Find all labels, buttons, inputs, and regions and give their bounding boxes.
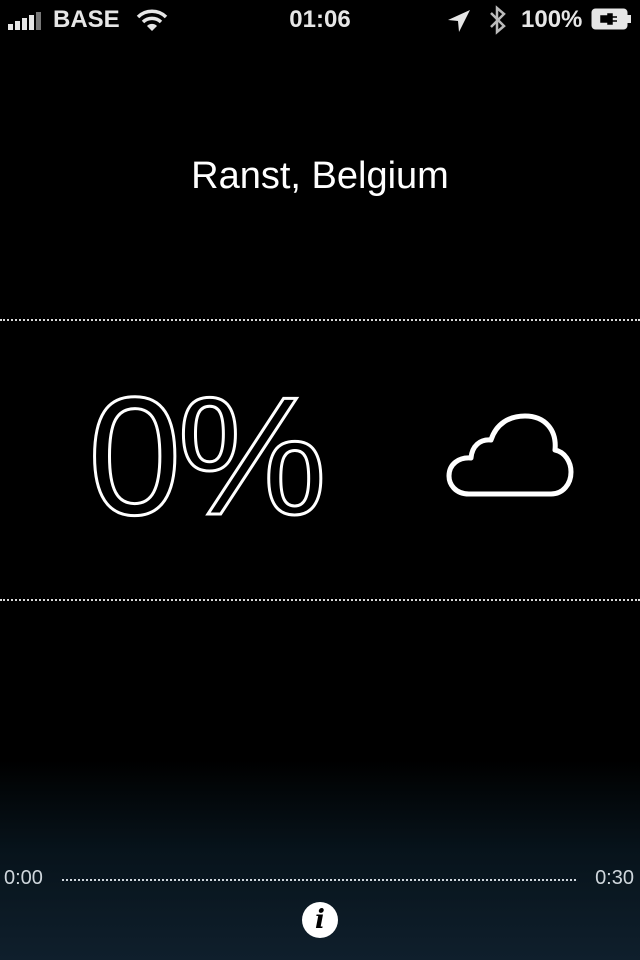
divider-top	[0, 319, 640, 321]
timeline-start-label: 0:00	[4, 867, 43, 889]
battery-charging-icon	[591, 8, 631, 30]
timeline-end-label: 0:30	[595, 867, 634, 889]
timeline-track[interactable]	[62, 879, 576, 881]
bluetooth-icon	[490, 5, 506, 35]
precipitation-percent: 0%	[87, 362, 329, 550]
divider-bottom	[0, 599, 640, 601]
info-button[interactable]: i	[302, 902, 338, 938]
status-bar: BASE 01:06 100%	[0, 0, 640, 40]
location-arrow-icon	[448, 10, 470, 32]
battery-percent: 100%	[521, 6, 583, 33]
location-name: Ranst, Belgium	[191, 155, 449, 197]
cloud-icon	[446, 413, 574, 497]
